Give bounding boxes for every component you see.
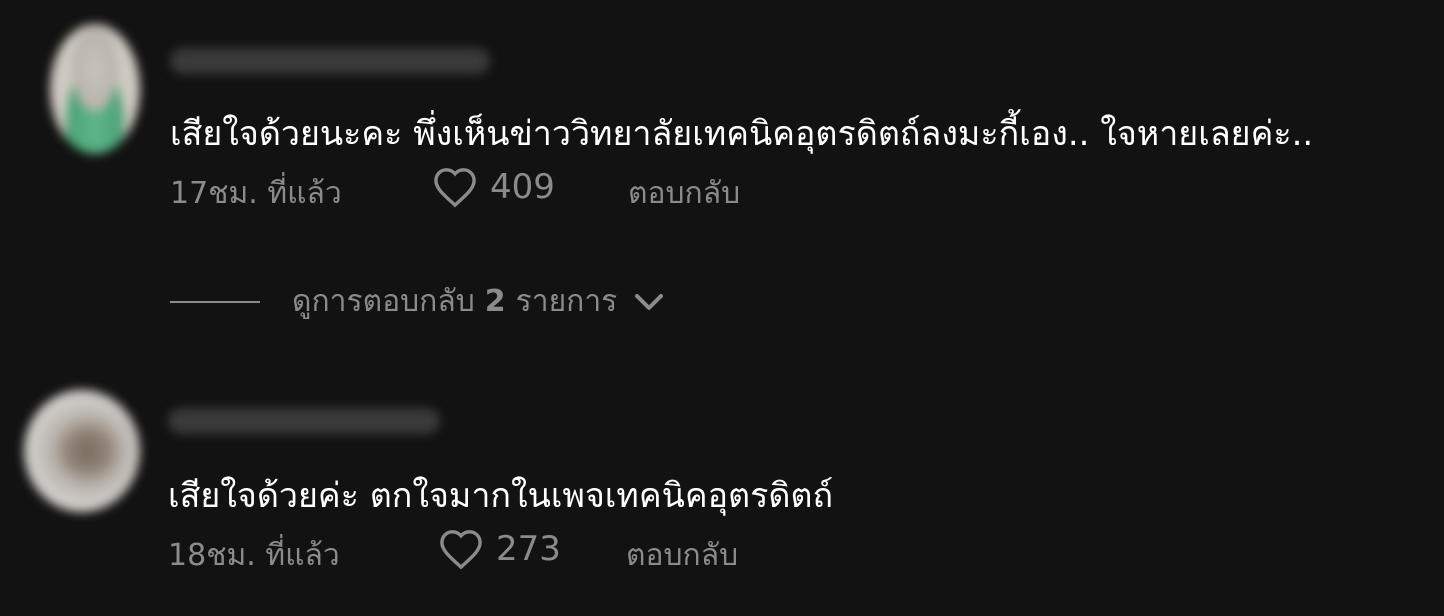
view-replies-button[interactable]: ดูการตอบกลับ 2 รายการ [170, 278, 665, 325]
comment-timestamp: 18ชม. ที่แล้ว [168, 538, 340, 573]
replies-unit: รายการ [515, 284, 618, 319]
heart-outline-icon [440, 530, 482, 570]
view-replies-label: ดูการตอบกลับ [292, 284, 475, 319]
avatar[interactable] [24, 390, 140, 512]
heart-outline-icon [434, 168, 476, 208]
username-blurred[interactable] [168, 408, 440, 434]
replies-count: 2 [484, 284, 506, 319]
comment-text: เสียใจด้วยนะคะ พึ่งเห็นข่าววิทยาลัยเทคนิ… [170, 114, 1314, 154]
username-blurred[interactable] [170, 48, 490, 74]
comment-timestamp: 17ชม. ที่แล้ว [170, 176, 342, 211]
reply-button[interactable]: ตอบกลับ [626, 532, 738, 579]
like-button[interactable]: 273 [438, 528, 561, 570]
like-count: 273 [496, 529, 561, 569]
avatar[interactable] [50, 24, 140, 154]
divider-line [170, 300, 260, 303]
reply-button[interactable]: ตอบกลับ [628, 170, 740, 217]
like-button[interactable]: 409 [432, 166, 555, 208]
comment-text: เสียใจด้วยค่ะ ตกใจมากในเพจเทคนิคอุตรดิตถ… [168, 476, 834, 516]
like-count: 409 [490, 167, 555, 207]
chevron-down-icon [635, 293, 664, 310]
